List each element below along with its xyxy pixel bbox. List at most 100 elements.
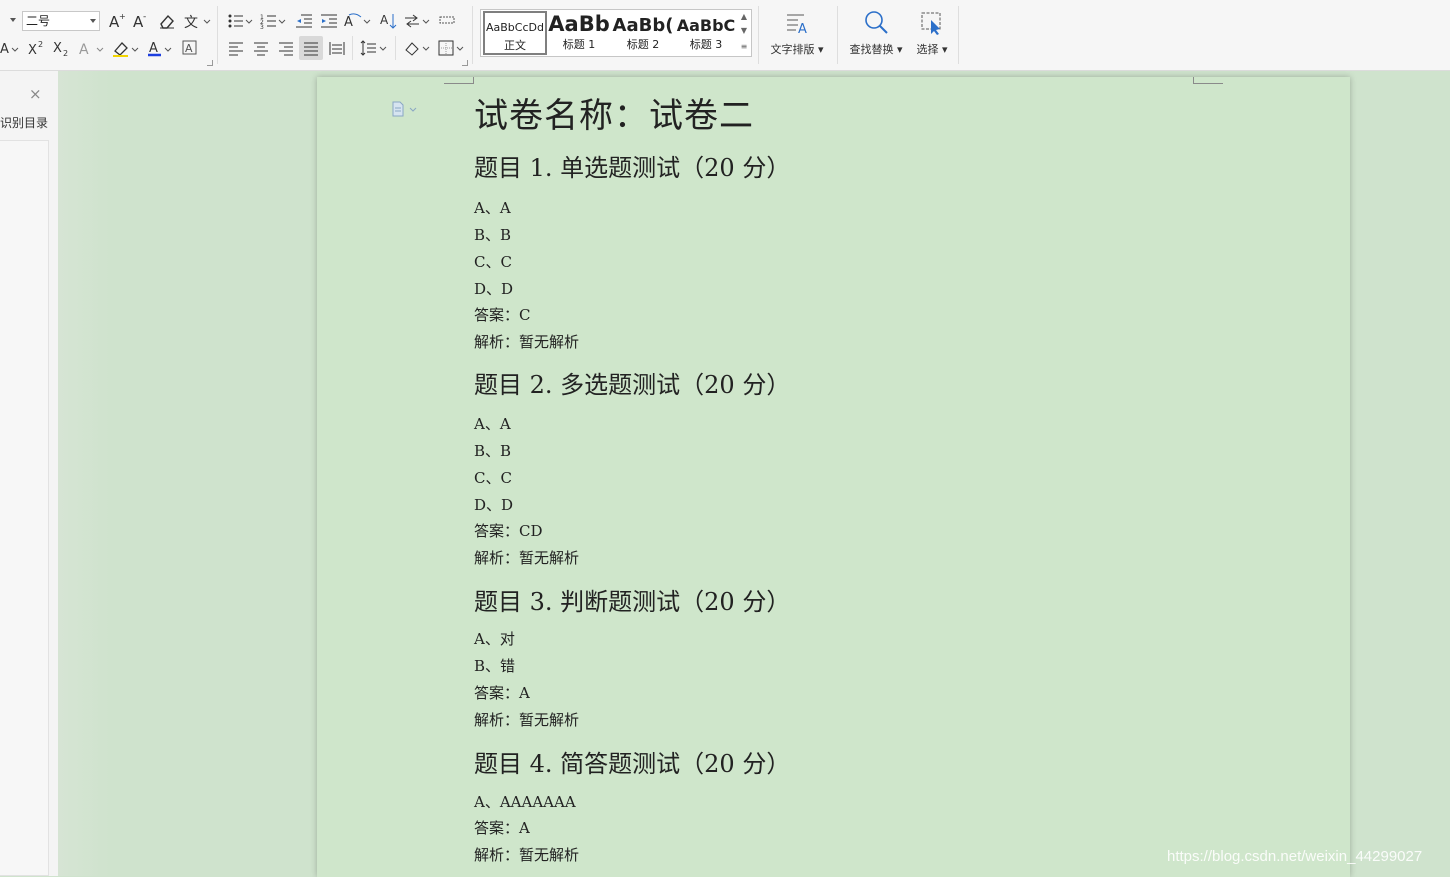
paragraph-handle-icon[interactable] <box>391 101 421 123</box>
select-label: 选择 <box>916 43 939 56</box>
style-normal[interactable]: AaBbCcDd 正文 <box>483 11 547 55</box>
select-cursor-icon <box>921 12 941 35</box>
svg-text:X: X <box>28 43 37 57</box>
font-name-dropdown-arrow[interactable] <box>10 18 16 22</box>
crop-mark <box>1193 77 1194 83</box>
style-heading-2-preview: AaBb( <box>612 15 674 36</box>
question-heading[interactable]: 题目 2. 多选题测试（20 分） <box>474 365 790 400</box>
style-heading-2[interactable]: AaBb( 标题 2 <box>611 10 675 56</box>
style-heading-1[interactable]: AaBb 标题 1 <box>547 10 611 56</box>
borders-icon[interactable] <box>437 38 465 58</box>
numbering-icon[interactable]: 123 <box>260 11 288 31</box>
find-replace-button[interactable]: 查找替换 ▾ <box>844 10 908 57</box>
analysis-line[interactable]: 解析：暂无解析 <box>474 547 579 568</box>
question-heading[interactable]: 题目 1. 单选题测试（20 分） <box>474 148 790 183</box>
chevron-down-icon <box>90 19 96 23</box>
workspace-shade <box>58 71 318 876</box>
style-normal-name: 正文 <box>504 39 526 52</box>
answer-line[interactable]: 答案：CD <box>474 520 543 541</box>
analysis-line[interactable]: 解析：暂无解析 <box>474 331 579 352</box>
svg-text:2: 2 <box>38 40 43 49</box>
phonetic-guide-icon[interactable]: 文 <box>183 11 211 31</box>
gallery-scroll-down-icon[interactable]: ▼ <box>739 26 749 35</box>
font-dialog-launcher-icon[interactable] <box>207 60 213 66</box>
option-line[interactable]: B、错 <box>474 655 515 676</box>
document-title[interactable]: 试卷名称：试卷二 <box>474 88 754 137</box>
style-heading-2-name: 标题 2 <box>626 38 660 51</box>
svg-text:-: - <box>143 12 146 22</box>
option-line[interactable]: D、D <box>474 494 513 515</box>
svg-text:A: A <box>185 42 193 55</box>
paragraph-dialog-launcher-icon[interactable] <box>462 60 468 66</box>
answer-line[interactable]: 答案：A <box>474 682 530 703</box>
answer-line[interactable]: 答案：A <box>474 817 530 838</box>
text-layout-label: 文字排版 <box>770 43 815 56</box>
text-layout-button[interactable]: A 文字排版 ▾ <box>765 10 829 57</box>
analysis-line[interactable]: 解析：暂无解析 <box>474 709 579 730</box>
question-heading[interactable]: 题目 3. 判断题测试（20 分） <box>474 582 790 617</box>
style-heading-3-preview: AaBbC <box>676 16 736 35</box>
analysis-line[interactable]: 解析：暂无解析 <box>474 844 579 865</box>
font-size-value: 二号 <box>26 14 51 28</box>
gallery-more-icon[interactable]: ≡ <box>739 42 749 51</box>
svg-text:X: X <box>53 41 62 56</box>
sort-icon[interactable]: A <box>378 11 398 31</box>
clear-format-icon[interactable] <box>157 11 177 31</box>
align-left-icon[interactable] <box>226 38 246 58</box>
answer-line[interactable]: 答案：C <box>474 304 530 325</box>
gallery-scroll-up-icon[interactable]: ▲ <box>739 12 749 21</box>
line-spacing-icon[interactable] <box>360 38 388 58</box>
increase-indent-icon[interactable] <box>319 11 339 31</box>
text-direction-icon[interactable] <box>403 11 431 31</box>
svg-text:2: 2 <box>63 49 68 57</box>
select-button[interactable]: 选择 ▾ <box>910 10 954 57</box>
text-effects-icon[interactable]: A <box>78 38 106 58</box>
bullets-icon[interactable] <box>227 11 255 31</box>
shading-icon[interactable] <box>403 38 431 58</box>
style-heading-3[interactable]: AaBbC 标题 3 <box>675 10 737 56</box>
font-color-partial-icon[interactable]: A <box>0 38 20 58</box>
ribbon-toolbar: 二号 A + A- 文 A X2 X2 A A A 123 A A AaBbCc… <box>0 0 1450 71</box>
superscript-icon[interactable]: X2 <box>27 38 47 58</box>
style-heading-1-name: 标题 1 <box>562 38 596 51</box>
justify-icon[interactable] <box>299 36 323 60</box>
font-size-select[interactable]: 二号 <box>22 11 100 31</box>
option-line[interactable]: B、B <box>474 440 511 461</box>
option-line[interactable]: C、C <box>474 251 512 272</box>
option-line[interactable]: A、A <box>474 413 511 434</box>
search-icon <box>865 11 888 34</box>
font-color-icon[interactable]: A <box>146 38 174 58</box>
chinese-layout-icon[interactable]: A <box>344 11 372 31</box>
style-gallery: AaBbCcDd 正文 AaBb 标题 1 AaBb( 标题 2 AaBbC 标… <box>480 9 752 57</box>
nav-pane-title: 识别目录 <box>0 116 49 130</box>
style-heading-1-preview: AaBb <box>548 12 610 36</box>
style-heading-3-name: 标题 3 <box>689 38 723 51</box>
grow-font-icon[interactable]: A + <box>108 11 126 31</box>
close-icon[interactable]: × <box>29 85 42 103</box>
shrink-font-icon[interactable]: A- <box>132 11 150 31</box>
subscript-icon[interactable]: X2 <box>52 38 72 58</box>
align-right-icon[interactable] <box>276 38 296 58</box>
nav-outline-area[interactable] <box>0 140 49 876</box>
svg-text:文: 文 <box>184 15 198 30</box>
style-normal-preview: AaBbCcDd <box>486 21 544 34</box>
question-heading[interactable]: 题目 4. 简答题测试（20 分） <box>474 744 790 779</box>
document-page[interactable] <box>317 77 1350 877</box>
highlight-icon[interactable] <box>112 38 140 58</box>
option-line[interactable]: B、B <box>474 224 511 245</box>
align-center-icon[interactable] <box>251 38 271 58</box>
option-line[interactable]: D、D <box>474 278 513 299</box>
distribute-icon[interactable] <box>327 38 347 58</box>
watermark-url: https://blog.csdn.net/weixin_44299027 <box>1167 848 1423 865</box>
svg-text:A: A <box>798 22 807 36</box>
svg-text:A: A <box>380 13 389 27</box>
option-line[interactable]: C、C <box>474 467 512 488</box>
option-line[interactable]: A、A <box>474 197 511 218</box>
char-border-icon[interactable]: A <box>180 38 200 58</box>
decrease-indent-icon[interactable] <box>294 11 314 31</box>
option-line[interactable]: A、AAAAAAA <box>474 791 576 812</box>
option-line[interactable]: A、对 <box>474 628 515 649</box>
svg-text:+: + <box>119 12 126 21</box>
svg-text:A: A <box>344 15 353 30</box>
show-marks-icon[interactable] <box>437 11 457 31</box>
